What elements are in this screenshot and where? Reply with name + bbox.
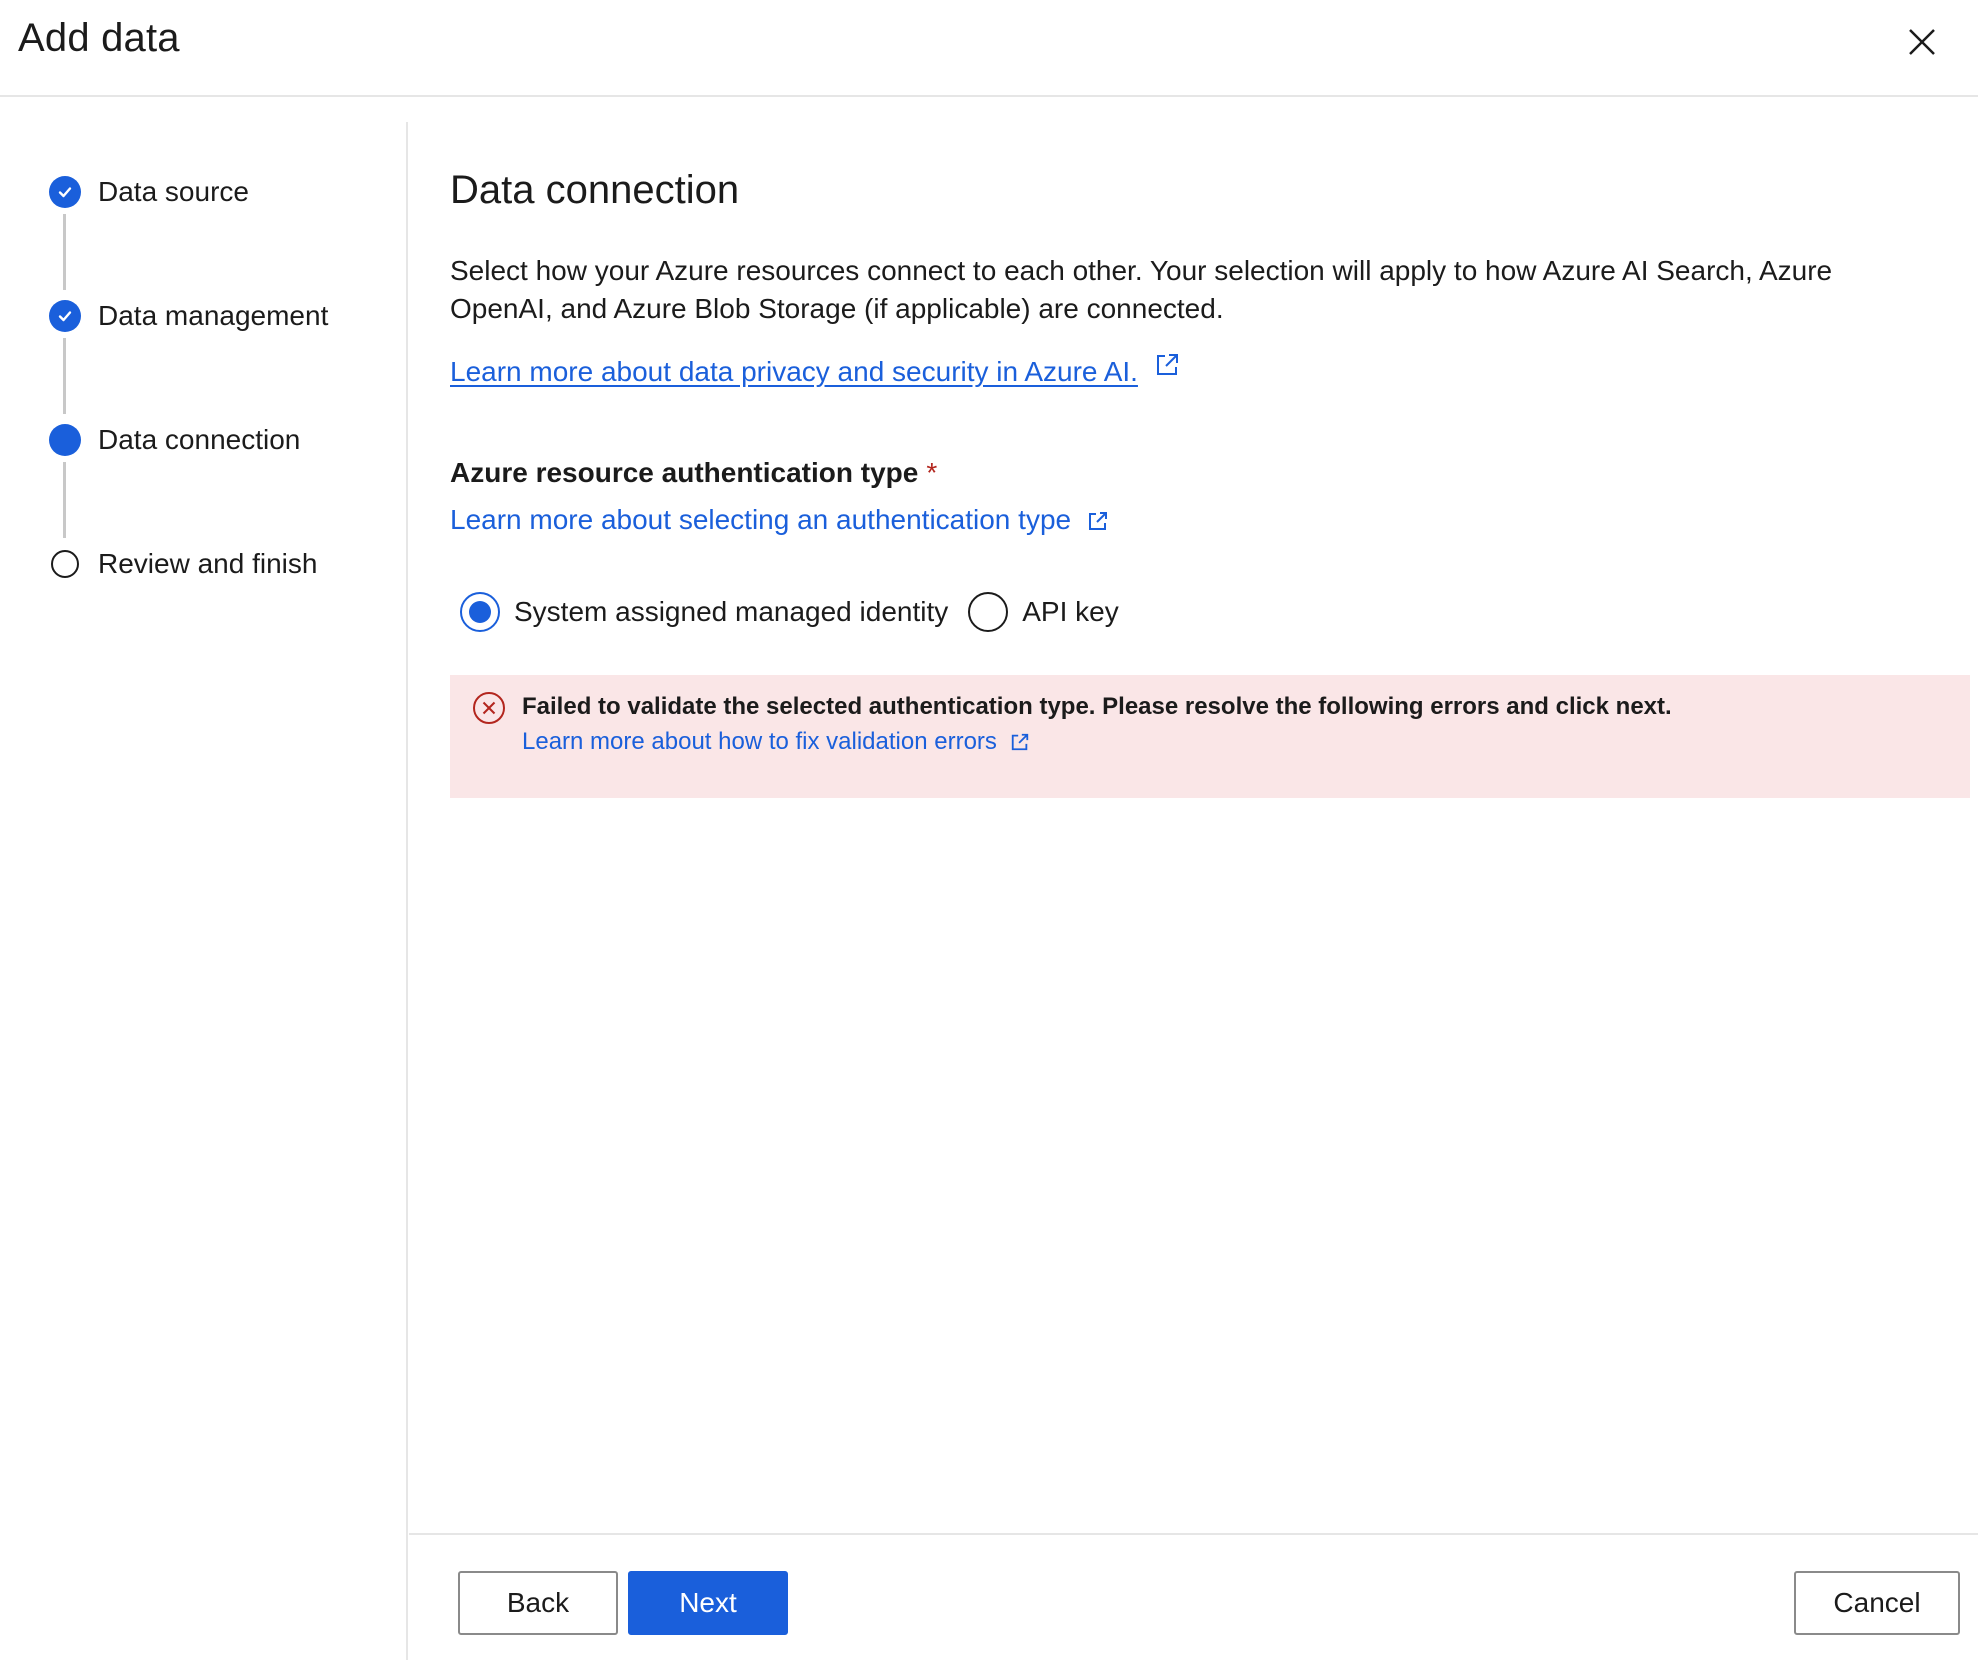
radio-api-key[interactable]: API key (968, 592, 1119, 632)
auth-type-radio-group: System assigned managed identity API key (460, 592, 1139, 632)
error-circle-icon (473, 692, 505, 724)
privacy-link-text: Learn more about data privacy and securi… (450, 356, 1138, 387)
external-link-icon (1011, 733, 1028, 751)
radio-label: System assigned managed identity (514, 596, 949, 627)
dialog-footer: Back Next Cancel (409, 1533, 1978, 1660)
next-button[interactable]: Next (628, 1571, 788, 1635)
add-data-dialog: Add data Data source Data management Dat… (0, 0, 1978, 1660)
validation-errors-link[interactable]: Learn more about how to fix validation e… (522, 728, 1030, 756)
error-message-bar: Failed to validate the selected authenti… (450, 675, 1970, 798)
close-button[interactable] (1900, 20, 1944, 64)
step-data-connection[interactable]: Data connection (49, 420, 300, 460)
dialog-title: Add data (18, 16, 180, 60)
close-icon (1909, 29, 1935, 55)
pending-step-indicator (51, 550, 79, 578)
page-title: Data connection (450, 168, 740, 212)
external-link-icon (1088, 512, 1107, 530)
step-label: Data connection (98, 424, 301, 455)
step-label: Data source (98, 176, 249, 207)
wizard-stepper: Data source Data management Data connect… (0, 122, 408, 1660)
step-label: Review and finish (98, 548, 318, 579)
step-connector (63, 462, 66, 538)
step-label: Data management (98, 300, 329, 331)
step-connector (63, 338, 66, 414)
current-step-indicator (49, 424, 81, 456)
radio-system-assigned-managed-identity[interactable]: System assigned managed identity (460, 592, 948, 632)
radio-dot (469, 601, 491, 623)
external-link-icon (1156, 354, 1178, 375)
dialog-header: Add data (0, 0, 1978, 97)
back-button[interactable]: Back (458, 1571, 618, 1635)
page-description: Select how your Azure resources connect … (450, 255, 1833, 324)
cancel-button[interactable]: Cancel (1794, 1571, 1960, 1635)
step-connector (63, 214, 66, 290)
radio-button-selected[interactable] (460, 592, 500, 632)
checkmark-icon (49, 300, 81, 332)
privacy-link[interactable]: Learn more about data privacy and securi… (450, 354, 1180, 388)
error-title: Failed to validate the selected authenti… (522, 693, 1672, 720)
required-marker: * (926, 457, 938, 488)
auth-type-learn-link[interactable]: Learn more about selecting an authentica… (450, 504, 1109, 536)
step-data-management[interactable]: Data management (49, 296, 328, 336)
radio-label: API key (1022, 596, 1119, 627)
checkmark-icon (49, 176, 81, 208)
radio-button[interactable] (968, 592, 1009, 632)
auth-type-label: Azure resource authentication type * (450, 457, 937, 489)
auth-type-learn-link-text: Learn more about selecting an authentica… (450, 504, 1072, 535)
auth-type-label-text: Azure resource authentication type (450, 457, 919, 488)
step-review-and-finish[interactable]: Review and finish (49, 544, 317, 584)
validation-errors-link-text: Learn more about how to fix validation e… (522, 728, 997, 755)
step-data-source[interactable]: Data source (49, 172, 249, 212)
